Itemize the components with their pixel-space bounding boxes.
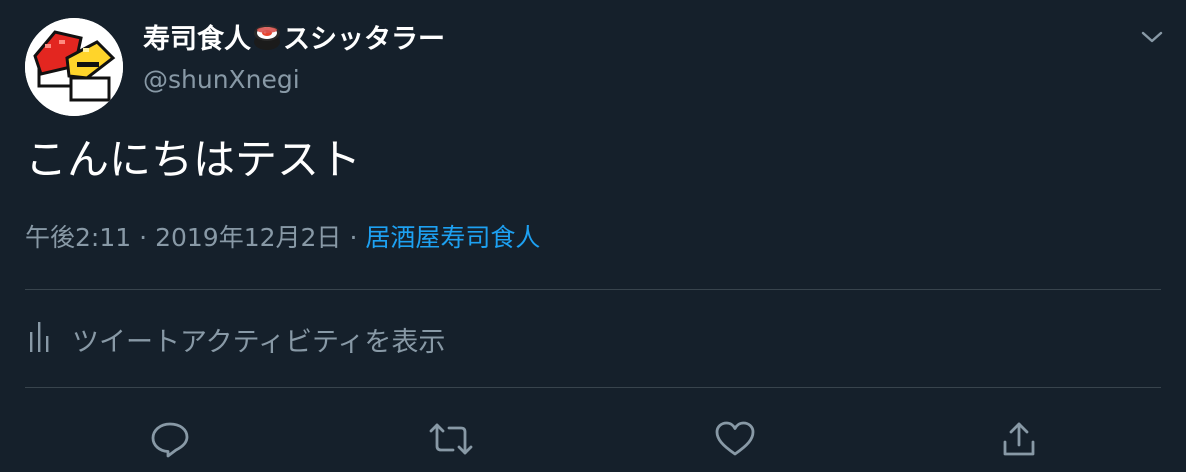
display-name-part-2: スシッタラー [283, 24, 445, 55]
retweet-icon [429, 423, 473, 455]
tweet-date[interactable]: 2019年12月2日 [155, 223, 341, 252]
tweet-activity-link[interactable]: ツイートアクティビティを表示 [28, 320, 445, 365]
divider [25, 289, 1161, 290]
meta-separator: · [139, 223, 148, 252]
retweet-button[interactable] [428, 416, 474, 462]
display-name-part-1: 寿司食人 [143, 24, 251, 55]
share-button[interactable] [996, 416, 1042, 462]
tweet-time[interactable]: 午後2:11 [25, 223, 131, 252]
tweet-source-link[interactable]: 居酒屋寿司食人 [365, 223, 540, 252]
tweet-text: こんにちはテスト [25, 135, 362, 184]
meta-separator: · [349, 223, 358, 252]
bar-chart-icon [28, 320, 50, 365]
tweet-activity-label: ツイートアクティビティを表示 [72, 326, 446, 358]
sushi-icon [252, 22, 282, 62]
reply-button[interactable] [147, 416, 193, 462]
avatar[interactable] [25, 18, 123, 116]
display-name[interactable]: 寿司食人 スシッタラー [143, 22, 445, 62]
share-icon [1003, 422, 1035, 456]
heart-icon [715, 421, 755, 456]
chevron-down-icon[interactable] [1138, 26, 1166, 48]
tweet-meta: 午後2:11 · 2019年12月2日 · 居酒屋寿司食人 [25, 221, 540, 255]
reply-icon [151, 422, 189, 458]
sushi-avatar-icon [25, 18, 123, 116]
action-bar [0, 410, 1186, 466]
divider [25, 387, 1161, 388]
user-handle[interactable]: @shunXnegi [143, 64, 300, 96]
like-button[interactable] [712, 416, 758, 462]
